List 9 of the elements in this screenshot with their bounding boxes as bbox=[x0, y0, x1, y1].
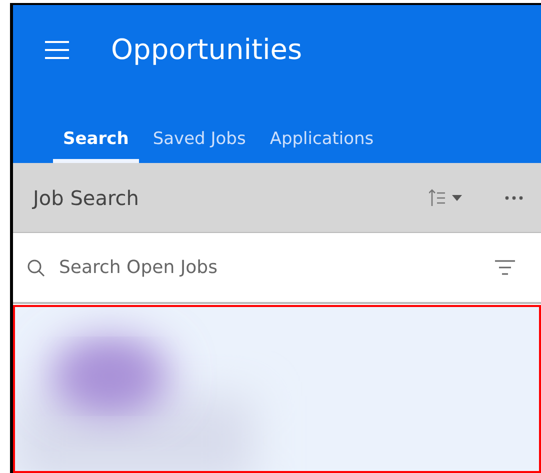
menu-icon[interactable] bbox=[45, 40, 69, 58]
tab[interactable]: Applications bbox=[260, 129, 384, 163]
section-title: Job Search bbox=[33, 186, 140, 210]
tab[interactable]: Saved Jobs bbox=[142, 129, 256, 163]
page-title: Opportunities bbox=[111, 33, 302, 66]
more-icon[interactable] bbox=[505, 196, 523, 200]
search-icon bbox=[27, 258, 45, 276]
sort-icon[interactable] bbox=[429, 188, 465, 206]
filter-icon[interactable] bbox=[495, 260, 515, 275]
